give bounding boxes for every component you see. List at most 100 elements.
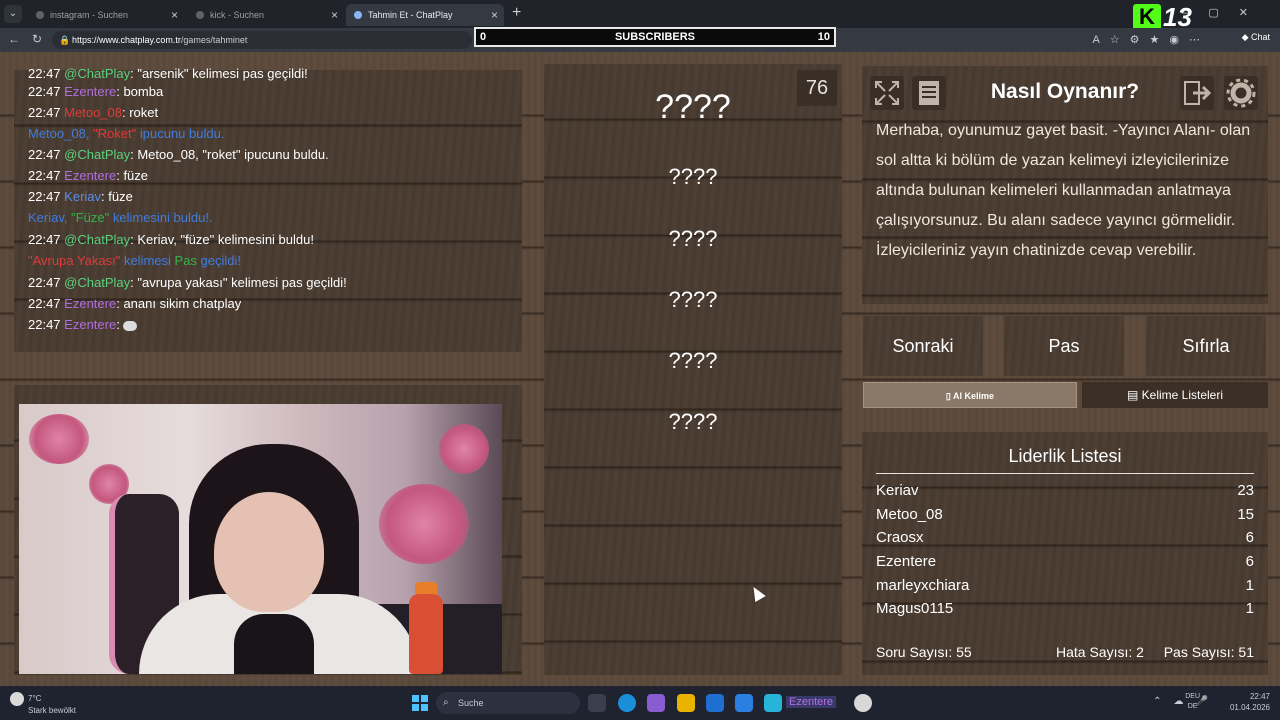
pass-count: Pas Sayısı: 51 [1163, 644, 1254, 660]
windows-start-icon[interactable] [412, 695, 428, 711]
windows-taskbar: 7°C Stark bewölkt ⌕ Suche Ezentere DEU DE… [0, 686, 1280, 720]
url-path: /games/tahminet [180, 35, 248, 45]
copilot-app-icon[interactable] [647, 694, 665, 712]
clock-date: 01.04.2026 [1229, 703, 1270, 712]
tab-kick[interactable]: kick - Suchen × [188, 4, 344, 26]
chat-system-line: "Avrupa Yakası" kelimesi Pas geçildi! [28, 253, 242, 268]
chat-line: 22:47 Ezentere: [28, 317, 138, 332]
url-host: https://www.chatplay.com.tr [72, 35, 181, 45]
drink-bottle [409, 594, 443, 674]
guess-column: 76 ???? ???? ???? ???? ???? ???? [544, 64, 842, 675]
leaderboard-panel: Liderlik Listesi Keriav 23 Metoo_08 15 Cra… [862, 432, 1268, 675]
chat-line: 22:47 Metoo_08: roket [28, 105, 159, 120]
chat-line: 22:47 Ezentere: füze [28, 168, 149, 183]
chat-line: 22:47 Ezentere: bomba [28, 84, 164, 99]
hint-word: ???? [668, 226, 718, 251]
chat-line: 22:47 @ChatPlay: "arsenik" kelimesi pas … [28, 66, 308, 81]
hint-word: ???? [668, 287, 718, 312]
active-app-label[interactable]: Ezentere [786, 696, 837, 708]
obs-icon[interactable] [854, 694, 872, 712]
new-tab-button[interactable]: + [512, 4, 521, 22]
leaderboard-title: Liderlik Listesi [876, 446, 1254, 474]
taskbar-search-label: Suche [458, 698, 484, 708]
task-view-icon[interactable] [588, 694, 606, 712]
weather-widget[interactable]: 7°C Stark bewölkt [10, 692, 76, 716]
url-field[interactable]: 🔒 https://www.chatplay.com.tr/games/tahm… [52, 31, 472, 49]
tab-word-lists[interactable]: ▤ Kelime Listeleri [1082, 382, 1268, 408]
hint-word: ???? [668, 164, 718, 189]
tab-tahmin-et[interactable]: Tahmin Et - ChatPlay × [346, 4, 504, 26]
chat-line: 22:47 @ChatPlay: Metoo_08, "roket" ipucu… [28, 147, 329, 162]
tab-get-word[interactable]: ▯ Al Kelime [863, 382, 1077, 408]
browser-tab-bar: ⌄ instagram - Suchen × kick - Suchen × T… [0, 0, 1280, 32]
chat-system-line: Metoo_08, "Roket" ipucunu buldu. [28, 126, 225, 141]
tab-favicon-icon [196, 11, 204, 19]
tab-label: kick - Suchen [210, 10, 265, 20]
streamer-top [234, 614, 314, 674]
mail-icon[interactable] [735, 694, 753, 712]
clock-time: 22:47 [1249, 692, 1270, 701]
chat-panel: 22:47 @ChatPlay: "arsenik" kelimesi pas … [14, 66, 522, 352]
blossom-decoration [29, 414, 89, 464]
reset-button[interactable]: Sıfırla [1146, 316, 1266, 376]
gear-icon[interactable] [1224, 76, 1258, 110]
chat-line: 22:47 Keriav: füze [28, 189, 133, 204]
chat-system-line: Keriav, "Füze" kelimesini buldu!. [28, 210, 213, 225]
taskbar-clock[interactable]: 22:47 01.04.2026 [1230, 691, 1270, 713]
how-to-play-panel: Nasıl Oynanır? Merhaba, oyunumuz gayet b… [862, 66, 1268, 304]
hint-word: ???? [668, 348, 718, 373]
weather-desc: Stark bewölkt [28, 706, 77, 715]
copilot-button[interactable]: ◆ Chat [1242, 32, 1270, 43]
sub-goal-label: SUBSCRIBERS [614, 31, 696, 43]
tab-favicon-icon [36, 11, 44, 19]
question-count: Soru Sayısı: 55 [876, 644, 972, 660]
chat-line: 22:47 @ChatPlay: Keriav, "füze" kelimesi… [28, 232, 314, 247]
webcam-panel [14, 385, 522, 675]
blossom-decoration [379, 484, 469, 564]
cloud-icon [10, 692, 24, 706]
webcam-feed [19, 404, 502, 674]
tab-get-word-label: Al Kelime [953, 391, 995, 401]
edge-browser-icon[interactable] [618, 694, 636, 712]
subscriber-goal-bar: 0 SUBSCRIBERS 10 [474, 27, 836, 47]
reload-icon[interactable]: ↻ [32, 32, 42, 46]
hint-word: ???? [668, 409, 718, 434]
lock-icon: 🔒 [59, 35, 71, 45]
tab-close-icon[interactable]: × [331, 8, 338, 22]
notepad-icon: ▤ [1126, 388, 1139, 402]
kick-logo: K [1133, 4, 1161, 30]
weather-temp: 7°C [28, 694, 42, 704]
blossom-decoration [439, 424, 489, 474]
back-arrow-icon[interactable]: ← [8, 32, 20, 46]
window-controls[interactable]: –▢✕ [1182, 6, 1268, 19]
app-icon[interactable] [764, 694, 782, 712]
tab-favicon-icon [354, 11, 362, 19]
search-icon: ⌕ [443, 697, 449, 708]
copilot-label: Chat [1250, 32, 1270, 42]
pass-button[interactable]: Pas [1004, 316, 1124, 376]
tab-word-lists-label: Kelime Listeleri [1141, 388, 1224, 402]
tab-instagram[interactable]: instagram - Suchen × [28, 4, 184, 26]
system-tray-icons[interactable]: ⌃☁🎤 [1153, 696, 1220, 707]
taskbar-search[interactable]: ⌕ Suche [436, 692, 580, 714]
main-word: ???? [655, 88, 731, 126]
how-to-play-text: Merhaba, oyunumuz gayet basit. -Yayıncı … [876, 122, 1251, 259]
chat-line: 22:47 @ChatPlay: "avrupa yakası" kelimes… [28, 275, 347, 290]
logout-icon[interactable] [1180, 76, 1214, 110]
tab-close-icon[interactable]: × [491, 8, 498, 22]
error-count: Hata Sayısı: 2 [1056, 644, 1144, 660]
toolbar-icons[interactable]: A☆⚙★◉⋯ [1092, 33, 1210, 46]
emote-icon [123, 320, 138, 331]
next-button[interactable]: Sonraki [863, 316, 983, 376]
streamer-face [214, 492, 324, 612]
store-icon[interactable] [706, 694, 724, 712]
tab-close-icon[interactable]: × [171, 8, 178, 22]
sub-goal-target: 10 [817, 31, 830, 43]
phone-icon: ▯ [945, 391, 951, 401]
game-page: 22:47 @ChatPlay: "arsenik" kelimesi pas … [0, 52, 1280, 686]
chat-line: 22:47 Ezentere: ananı sikim chatplay [28, 296, 242, 311]
file-explorer-icon[interactable] [677, 694, 695, 712]
tab-label: instagram - Suchen [50, 10, 129, 20]
tab-label: Tahmin Et - ChatPlay [368, 10, 453, 20]
tab-actions-menu-icon[interactable]: ⌄ [4, 5, 22, 23]
